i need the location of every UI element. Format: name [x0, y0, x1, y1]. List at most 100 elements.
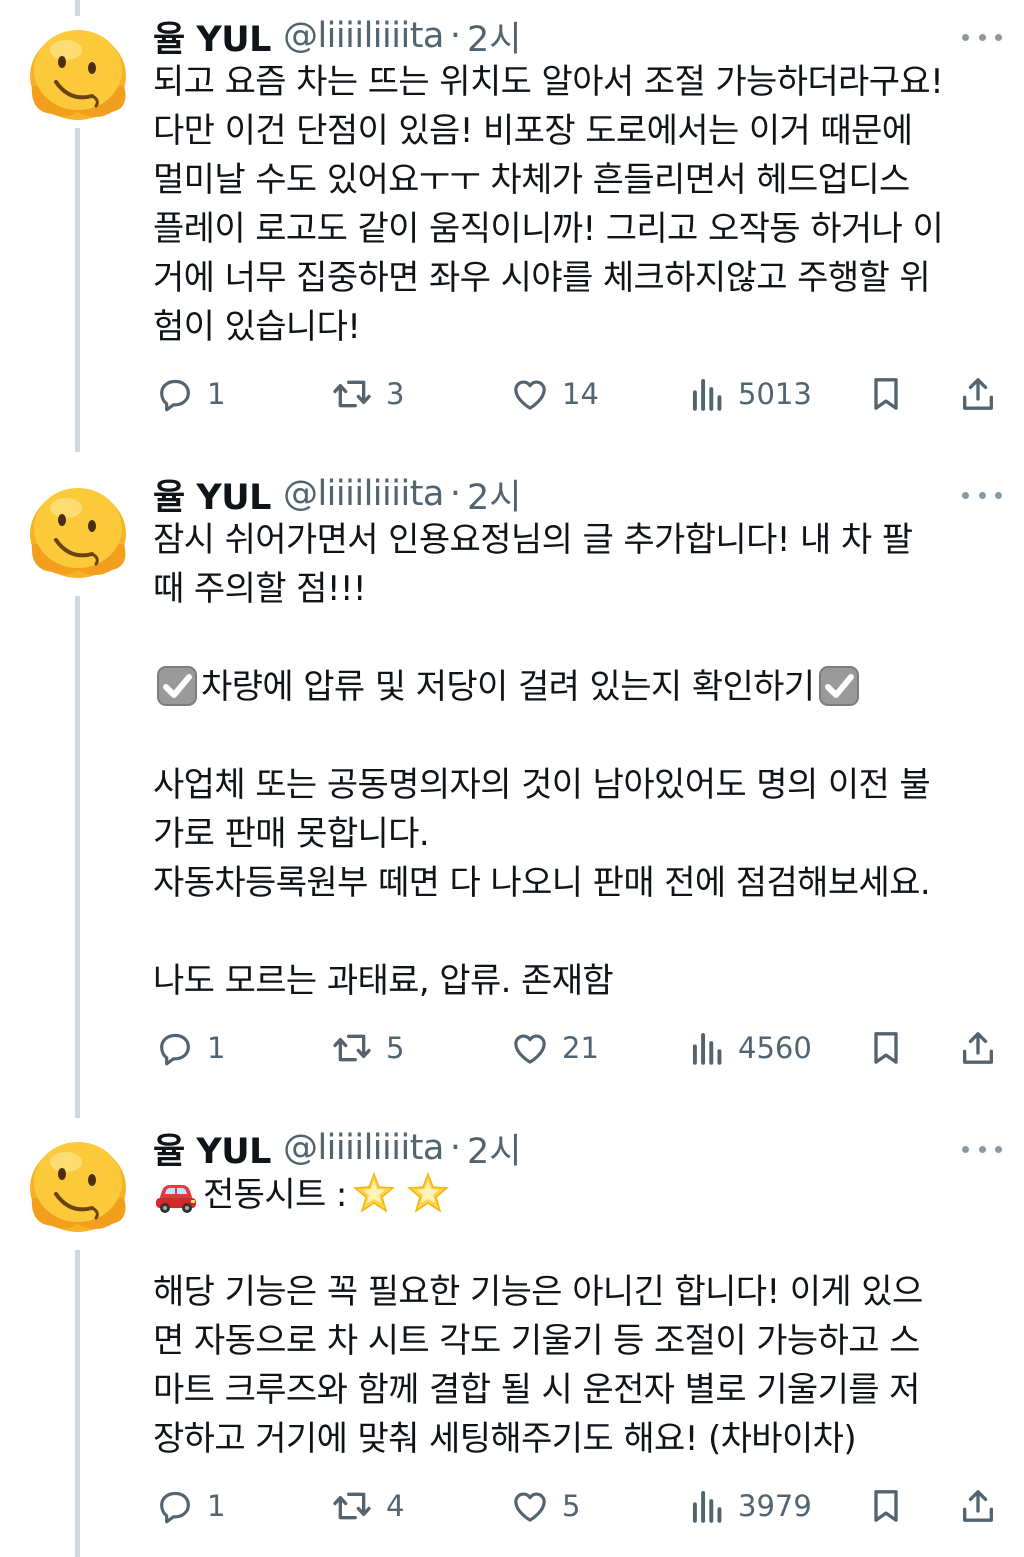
bookmark-icon [874, 1490, 898, 1522]
tweet-actions: 1 3 14 5013 [0, 370, 1024, 418]
separator-dot: · [449, 16, 462, 56]
author-avatar[interactable] [22, 16, 134, 128]
bookmark-icon [874, 378, 898, 410]
reply-button[interactable]: 1 [155, 370, 225, 418]
share-upload-icon [963, 378, 993, 410]
views-count: 5013 [738, 377, 812, 411]
views-button[interactable]: 5013 [690, 370, 812, 418]
views-count: 4560 [738, 1031, 812, 1065]
retweet-button[interactable]: 3 [330, 370, 404, 418]
check-mark-button-icon [157, 666, 197, 706]
retweet-count: 5 [386, 1031, 405, 1065]
bookmark-button[interactable] [866, 370, 906, 418]
tweet-text-line: 되고 요즘 차는 뜨는 위치도 알아서 조절 가능하더라구요! [153, 62, 944, 102]
melting-face-icon [30, 1142, 126, 1232]
more-options-icon[interactable] [962, 488, 1002, 502]
views-bar-chart-icon [692, 378, 722, 411]
views-bar-chart-icon [692, 1032, 722, 1065]
reply-icon [160, 1033, 190, 1066]
share-button[interactable] [958, 1482, 998, 1530]
like-count: 21 [562, 1031, 599, 1065]
bookmark-icon [874, 1032, 898, 1064]
share-upload-icon [963, 1032, 993, 1064]
views-count: 3979 [738, 1489, 812, 1523]
author-avatar[interactable] [22, 474, 134, 586]
heart-icon [514, 1034, 546, 1064]
tweet-actions: 1 5 21 4560 [0, 1024, 1024, 1072]
retweet-icon [333, 1034, 371, 1062]
glowing-star-icon [352, 1171, 395, 1213]
tweet-text-line: 나도 모르는 과태료, 압류. 존재함 [153, 961, 614, 1001]
post-time[interactable]: 2시 [467, 469, 521, 520]
like-button[interactable]: 5 [510, 1482, 580, 1530]
checklist-text: 차량에 압류 및 저당이 걸려 있는지 확인하기 [201, 667, 815, 707]
share-button[interactable] [958, 370, 998, 418]
reply-count: 1 [207, 1031, 226, 1065]
author-handle[interactable]: @liiiiliiiita [283, 474, 444, 514]
like-button[interactable]: 14 [510, 370, 599, 418]
reply-icon [160, 1491, 190, 1524]
retweet-count: 3 [386, 377, 405, 411]
tweet-text-line-with-emoji: 차량에 압류 및 저당이 걸려 있는지 확인하기 [153, 663, 1003, 712]
tweet-header: 율 YUL @liiiiliiiita · 2시 [153, 10, 521, 62]
tweet-text-line-with-emoji: 전동시트 : [153, 1170, 1003, 1219]
post-time[interactable]: 2시 [467, 11, 521, 62]
retweet-button[interactable]: 5 [330, 1024, 404, 1072]
tweet-text: 전동시트 : 해당 기능은 꼭 필요한 기능은 아니긴 합니다! 이게 있으 면… [153, 1170, 1003, 1464]
tweet-text-line: 플레이 로고도 같이 움직이니까! 그리고 오작동 하거나 이 [153, 209, 944, 249]
bookmark-button[interactable] [866, 1024, 906, 1072]
heart-icon [514, 1492, 546, 1522]
author-handle[interactable]: @liiiiliiiita [283, 1128, 444, 1168]
separator-dot: · [449, 1128, 462, 1168]
melting-face-icon [30, 488, 126, 578]
reply-icon [160, 379, 190, 412]
share-button[interactable] [958, 1024, 998, 1072]
tweet-text-line: 때 주의할 점!!! [153, 569, 367, 609]
bookmark-button[interactable] [866, 1482, 906, 1530]
author-avatar[interactable] [22, 1128, 134, 1240]
author-handle[interactable]: @liiiiliiiita [283, 16, 444, 56]
like-count: 14 [562, 377, 599, 411]
tweet[interactable]: 율 YUL @liiiiliiiita · 2시 전동시트 : 해당 기능은 꼭… [0, 1122, 1024, 1542]
heart-icon [514, 380, 546, 410]
retweet-icon [333, 1492, 371, 1520]
more-options-icon[interactable] [962, 30, 1002, 44]
tweet-actions: 1 4 5 3979 [0, 1482, 1024, 1530]
tweet-text-line: 해당 기능은 꼭 필요한 기능은 아니긴 합니다! 이게 있으 [153, 1272, 923, 1312]
tweet-text: 되고 요즘 차는 뜨는 위치도 알아서 조절 가능하더라구요! 다만 이건 단점… [153, 58, 1003, 352]
like-count: 5 [562, 1489, 581, 1523]
tweet-text-line: 가로 판매 못합니다. [153, 814, 430, 854]
tweet-text-line: 자동차등록원부 떼면 다 나오니 판매 전에 점검해보세요. [153, 863, 931, 903]
tweet-text-line: 다만 이건 단점이 있음! 비포장 도로에서는 이거 때문에 [153, 111, 913, 151]
retweet-button[interactable]: 4 [330, 1482, 404, 1530]
check-mark-button-icon [818, 666, 859, 706]
tweet-text: 전동시트 : [203, 1175, 347, 1215]
tweet-text-line: 면 자동으로 차 시트 각도 기울기 등 조절이 가능하고 스 [153, 1321, 920, 1361]
retweet-count: 4 [386, 1489, 405, 1523]
tweet-header: 율 YUL @liiiiliiiita · 2시 [153, 1122, 521, 1174]
more-options-icon[interactable] [962, 1142, 1002, 1156]
reply-button[interactable]: 1 [155, 1482, 225, 1530]
tweet-text: 잠시 쉬어가면서 인용요정님의 글 추가합니다! 내 차 팔 때 주의할 점!!… [153, 516, 1003, 1006]
tweet[interactable]: 율 YUL @liiiiliiiita · 2시 되고 요즘 차는 뜨는 위치도… [0, 10, 1024, 430]
reply-button[interactable]: 1 [155, 1024, 225, 1072]
tweet-header: 율 YUL @liiiiliiiita · 2시 [153, 468, 521, 520]
views-button[interactable]: 4560 [690, 1024, 812, 1072]
red-car-icon [156, 1185, 196, 1213]
views-button[interactable]: 3979 [690, 1482, 812, 1530]
like-button[interactable]: 21 [510, 1024, 599, 1072]
author-name[interactable]: 율 YUL [153, 1123, 271, 1174]
reply-count: 1 [207, 1489, 226, 1523]
post-time[interactable]: 2시 [467, 1123, 521, 1174]
glowing-star-icon [406, 1171, 449, 1213]
tweet-text-line: 거에 너무 집중하면 좌우 시야를 체크하지않고 주행할 위 [153, 258, 931, 298]
tweet-text-line: 잠시 쉬어가면서 인용요정님의 글 추가합니다! 내 차 팔 [153, 520, 913, 560]
tweet-text-line: 험이 있습니다! [153, 307, 361, 347]
tweet[interactable]: 율 YUL @liiiiliiiita · 2시 잠시 쉬어가면서 인용요정님의… [0, 468, 1024, 1078]
author-name[interactable]: 율 YUL [153, 11, 271, 62]
author-name[interactable]: 율 YUL [153, 469, 271, 520]
